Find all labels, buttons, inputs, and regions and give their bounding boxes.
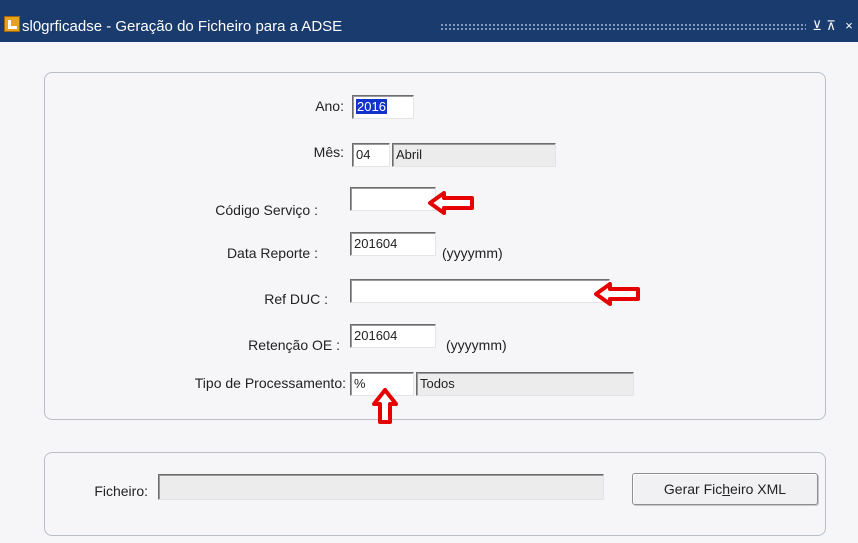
ref-duc-label: Ref DUC : [264, 291, 328, 307]
data-reporte-input[interactable]: 201604 [350, 232, 436, 256]
ano-value: 2016 [356, 99, 387, 114]
app-icon [4, 16, 20, 32]
data-reporte-label: Data Reporte : [226, 245, 318, 261]
retencao-oe-format-hint: (yyyymm) [446, 337, 507, 353]
mes-input[interactable]: 04 [352, 143, 390, 167]
close-icon[interactable]: × [842, 19, 856, 33]
codigo-servico-input[interactable] [350, 187, 436, 211]
window-titlebar: sl0grficadse - Geração do Ficheiro para … [0, 0, 858, 42]
left-arrow-annotation-icon [594, 282, 640, 306]
up-arrow-annotation-icon [372, 388, 398, 424]
window-title: sl0grficadse - Geração do Ficheiro para … [22, 18, 343, 35]
data-reporte-format-hint: (yyyymm) [442, 245, 503, 261]
mes-label: Mês: [313, 144, 344, 160]
ano-input[interactable]: 2016 [352, 95, 414, 119]
left-arrow-annotation-icon [428, 191, 474, 215]
retencao-oe-input[interactable]: 201604 [350, 324, 436, 348]
titlebar-pattern [440, 23, 806, 31]
ficheiro-input[interactable] [158, 474, 604, 500]
tipo-processamento-description-field: Todos [416, 372, 634, 396]
restore-icon[interactable]: ⊼ [824, 19, 838, 33]
ficheiro-label: Ficheiro: [94, 483, 148, 499]
gerar-ficheiro-xml-button[interactable]: Gerar Ficheiro XML [632, 473, 818, 505]
tipo-processamento-label: Tipo de Processamento: [194, 375, 346, 391]
codigo-servico-label: Código Serviço : [215, 202, 318, 218]
retencao-oe-label: Retenção OE : [248, 337, 340, 353]
mes-description-field: Abril [392, 143, 556, 167]
minimize-icon[interactable]: ⊻ [810, 19, 824, 33]
ano-label: Ano: [315, 98, 344, 114]
ref-duc-input[interactable] [350, 279, 610, 303]
